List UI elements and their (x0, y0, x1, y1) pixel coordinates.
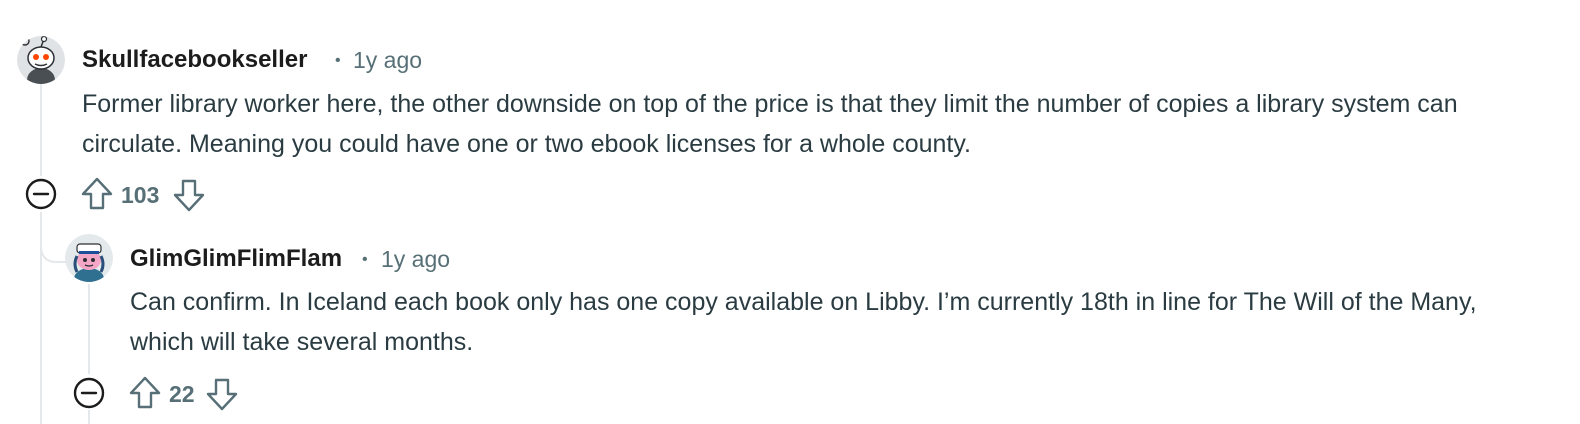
avatar[interactable] (65, 234, 113, 282)
collapse-minus-icon (25, 178, 57, 210)
avatar[interactable] (17, 36, 65, 84)
upvote-button[interactable] (79, 176, 115, 212)
snoo-skull-avatar-icon (17, 36, 65, 84)
meta-separator: • (335, 52, 341, 69)
upvote-button[interactable] (127, 375, 163, 411)
comment-body: Former library worker here, the other do… (82, 90, 1458, 158)
downvote-arrow-icon (173, 179, 205, 212)
thread-line-reply (88, 284, 90, 374)
comment-body: Can confirm. In Iceland each book only h… (130, 288, 1477, 356)
vote-score: 22 (169, 381, 195, 407)
meta-separator: • (362, 251, 368, 268)
comment-author[interactable]: Skullfacebookseller (82, 46, 307, 74)
collapse-thread-button[interactable] (24, 177, 58, 211)
downvote-button[interactable] (171, 177, 207, 213)
comment-timestamp[interactable]: 1y ago (353, 47, 422, 74)
snoo-sailor-avatar-icon (65, 234, 113, 282)
upvote-arrow-icon (81, 177, 113, 210)
downvote-arrow-icon (206, 378, 238, 411)
comment-timestamp[interactable]: 1y ago (381, 246, 450, 273)
comment-author[interactable]: GlimGlimFlimFlam (130, 245, 342, 273)
upvote-arrow-icon (129, 376, 161, 409)
vote-score: 103 (121, 182, 160, 208)
thread-line-root (40, 84, 42, 176)
collapse-minus-icon (73, 377, 105, 409)
thread-line-reply-lower (88, 410, 90, 424)
downvote-button[interactable] (204, 376, 240, 412)
collapse-thread-button[interactable] (72, 376, 106, 410)
